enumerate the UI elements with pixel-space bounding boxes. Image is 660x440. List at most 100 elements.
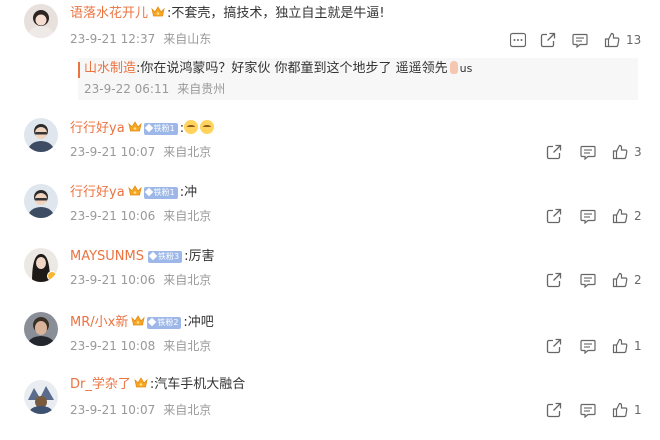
comment-icon [580, 272, 596, 288]
fan-badge: 铁粉1 [143, 123, 178, 135]
action-bar: 2 [546, 208, 646, 224]
comment-meta: 23-9-21 10:07 来自北京 [70, 402, 211, 418]
share-button[interactable] [540, 32, 556, 48]
like-count: 13 [626, 33, 642, 47]
comment-text: :厉害 [184, 249, 215, 264]
comment-button[interactable] [580, 208, 596, 224]
username[interactable]: 行行好ya [70, 185, 125, 200]
fan-badge: 铁粉1 [143, 187, 178, 199]
crown-icon [151, 6, 165, 18]
comment-time: 23-9-21 10:06 [70, 209, 156, 223]
share-icon [540, 32, 556, 48]
fan-badge: 铁粉3 [148, 251, 183, 263]
more-button[interactable] [510, 32, 526, 48]
like-icon [612, 144, 628, 160]
comment-time: 23-9-21 12:37 [70, 32, 156, 46]
share-button[interactable] [546, 144, 562, 160]
username[interactable]: 语落水花开儿 [70, 6, 148, 21]
avatar[interactable] [24, 312, 58, 346]
avatar[interactable] [24, 4, 58, 38]
share-button[interactable] [546, 272, 562, 288]
like-icon [612, 208, 628, 224]
username[interactable]: 行行好ya [70, 121, 125, 136]
like-count: 1 [634, 339, 642, 353]
comment-source: 来自北京 [163, 209, 212, 223]
comment-meta: 23-9-21 12:37 来自山东 [70, 31, 211, 47]
comment-header: 行行好ya 铁粉1:冲 [70, 184, 197, 202]
like-button[interactable]: 1 [612, 338, 646, 354]
more-icon [510, 32, 526, 48]
smile-emoji-icon [200, 120, 215, 134]
username[interactable]: Dr_学杂了 [70, 377, 131, 392]
avatar[interactable] [24, 248, 58, 282]
avatar[interactable] [24, 380, 58, 414]
avatar[interactable] [24, 118, 58, 152]
username[interactable]: MAYSUNMS [70, 249, 144, 264]
comment-button[interactable] [580, 338, 596, 354]
action-bar: 1 [546, 402, 646, 418]
comment-source: 来自北京 [163, 403, 212, 417]
share-icon [546, 338, 562, 354]
action-bar: 2 [546, 272, 646, 288]
comment-meta: 23-9-21 10:07 来自北京 [70, 144, 211, 160]
share-icon [546, 272, 562, 288]
comment-time: 23-9-21 10:07 [70, 403, 156, 417]
comment-source: 来自北京 [163, 273, 212, 287]
comment-header: 语落水花开儿 :不套壳，搞技术，独立自主就是牛逼! [70, 5, 385, 23]
comment-button[interactable] [580, 402, 596, 418]
comment-header: 行行好ya 铁粉1: [70, 120, 216, 138]
share-button[interactable] [546, 208, 562, 224]
comment-text: :冲吧 [183, 315, 214, 330]
like-button[interactable]: 2 [612, 208, 646, 224]
crown-icon [131, 315, 145, 327]
reply-suffix: us [459, 62, 473, 75]
share-icon [546, 402, 562, 418]
like-button[interactable]: 1 [612, 402, 646, 418]
like-button[interactable]: 2 [612, 272, 646, 288]
comment-source: 来自山东 [163, 32, 212, 46]
action-bar: 3 [546, 144, 646, 160]
comment-source: 来自北京 [163, 145, 212, 159]
comment-icon [580, 144, 596, 160]
comment-meta: 23-9-21 10:08 来自北京 [70, 338, 211, 354]
comment-time: 23-9-21 10:07 [70, 145, 156, 159]
like-icon [612, 338, 628, 354]
action-bar: 13 [510, 32, 641, 48]
like-button[interactable]: 13 [604, 32, 644, 48]
like-icon [612, 402, 628, 418]
like-count: 2 [634, 209, 642, 223]
share-icon [546, 208, 562, 224]
like-count: 2 [634, 273, 642, 287]
comment-meta: 23-9-21 10:06 来自北京 [70, 272, 211, 288]
comment-header: MR/小x新 铁粉2:冲吧 [70, 314, 214, 332]
comment-time: 23-9-21 10:08 [70, 339, 156, 353]
like-icon [612, 272, 628, 288]
crown-icon [128, 185, 142, 197]
avatar[interactable] [24, 184, 58, 218]
fan-badge: 铁粉2 [147, 317, 182, 329]
comment-button[interactable] [572, 32, 588, 48]
comment-time: 23-9-21 10:06 [70, 273, 156, 287]
username[interactable]: MR/小x新 [70, 315, 128, 330]
reply-source: 来自贵州 [177, 82, 226, 96]
share-button[interactable] [546, 338, 562, 354]
comment-button[interactable] [580, 144, 596, 160]
comment-source: 来自北京 [163, 339, 212, 353]
comment-text: :冲 [179, 185, 198, 200]
finger-emoji-icon [449, 61, 458, 74]
crown-icon [134, 377, 148, 389]
comment-button[interactable] [580, 272, 596, 288]
reply-time: 23-9-22 06:11 [84, 82, 170, 96]
action-bar: 1 [546, 338, 646, 354]
like-button[interactable]: 3 [612, 144, 646, 160]
like-icon [604, 32, 620, 48]
share-icon [546, 144, 562, 160]
reply-header: 山水制造:你在说鸿蒙吗？好家伙 你都童到这个地步了 遥遥领先 us [84, 60, 472, 78]
comment-text: :不套壳，搞技术，独立自主就是牛逼! [167, 6, 385, 21]
share-button[interactable] [546, 402, 562, 418]
reply-username[interactable]: 山水制造 [84, 61, 136, 76]
comment-header: Dr_学杂了:汽车手机大融合 [70, 376, 245, 394]
comment-icon [580, 338, 596, 354]
comment-icon [572, 32, 588, 48]
comment-meta: 23-9-21 10:06 来自北京 [70, 208, 211, 224]
